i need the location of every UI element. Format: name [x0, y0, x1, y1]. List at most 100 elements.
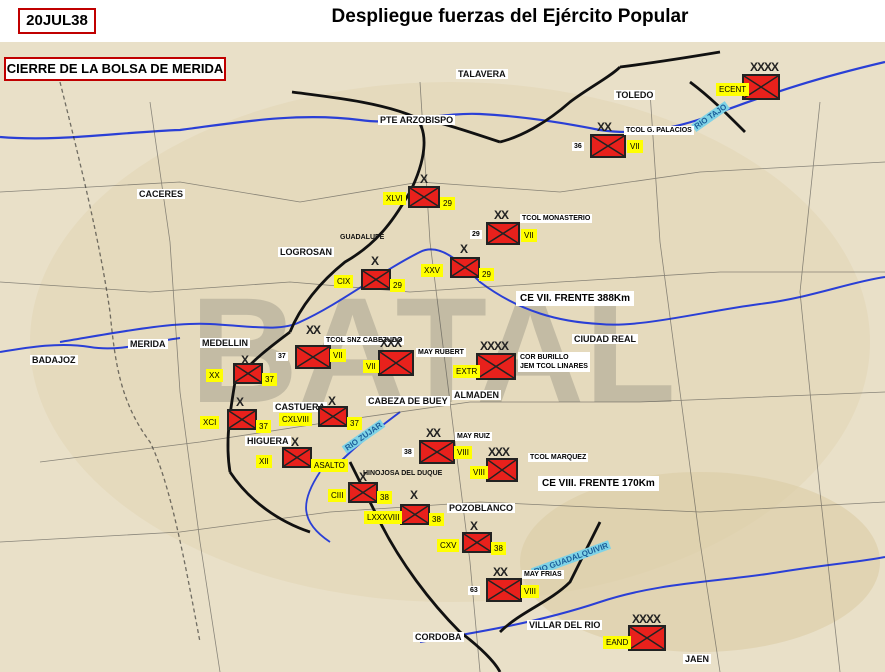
unit-label: VII: [627, 140, 643, 153]
unit-label: LXXXVIII: [364, 511, 403, 524]
unit-label: ASALTO: [311, 459, 348, 472]
unit-eand[interactable]: [628, 625, 666, 651]
echelon-mark: X: [410, 488, 418, 502]
unit-label: 38: [429, 513, 444, 526]
unit-label: 38: [491, 542, 506, 555]
echelon-mark: XXX: [488, 445, 510, 459]
echelon-mark: XXXX: [632, 612, 661, 626]
unit-note: COR BURILLO JEM TCOL LINARES: [518, 352, 590, 372]
unit-label: CXLVIII: [279, 413, 312, 426]
unit-label: XII: [256, 455, 272, 468]
page-title: Despliegue fuerzas del Ejército Popular: [331, 6, 689, 27]
unit-label: 38: [377, 491, 392, 504]
unit-label: 36: [572, 142, 584, 151]
map-background: BATAL: [0, 42, 885, 672]
place-higuera: HIGUERA: [245, 436, 291, 446]
unit-label: CXV: [437, 539, 460, 552]
unit-label: VII: [521, 229, 537, 242]
unit-xlvi[interactable]: [408, 186, 440, 208]
unit-label: 38: [402, 448, 414, 457]
unit-label: 29: [479, 268, 494, 281]
place-almaden: ALMADEN: [452, 390, 501, 400]
place-ciudad-real: CIUDAD REAL: [572, 334, 638, 344]
front-label-ce-viii: CE VIII. FRENTE 170Km: [538, 476, 659, 491]
echelon-mark: XXX: [380, 336, 402, 350]
unit-lxxxviii[interactable]: [400, 504, 430, 525]
place-cabeza-de-buey: CABEZA DE BUEY: [366, 396, 450, 406]
unit-note: TCOL MONASTERIO: [520, 214, 593, 223]
unit-label: 29: [440, 197, 455, 210]
unit-ciii[interactable]: [348, 482, 378, 503]
unit-label: 29: [390, 279, 405, 292]
place-pozoblanco: POZOBLANCO: [447, 503, 515, 513]
unit-label: VII: [330, 349, 346, 362]
place-villar-del-rio: VILLAR DEL RIO: [527, 620, 603, 630]
unit-label: ECENT: [716, 83, 750, 96]
unit-label: XXV: [421, 264, 444, 277]
unit-cix[interactable]: [361, 269, 391, 290]
echelon-mark: XXXX: [480, 339, 509, 353]
unit-xci[interactable]: [227, 409, 257, 430]
unit-label: 37: [262, 373, 277, 386]
unit-vii-cabezudo[interactable]: [295, 345, 331, 369]
unit-label: 63: [468, 586, 480, 595]
header-bar: 20JUL38 Despliegue fuerzas del Ejército …: [0, 0, 885, 42]
unit-label: CIII: [328, 489, 347, 502]
unit-extr[interactable]: [476, 353, 516, 380]
unit-label: 29: [470, 230, 482, 239]
place-pte-arzobispo: PTE ARZOBISPO: [378, 115, 456, 125]
place-cordoba: CORDOBA: [413, 632, 464, 642]
unit-label: VIII: [454, 446, 473, 459]
unit-xx[interactable]: [233, 363, 263, 384]
echelon-mark: XX: [597, 120, 612, 134]
echelon-mark: X: [470, 519, 478, 533]
unit-cxlviii[interactable]: [318, 406, 348, 427]
unit-label: EXTR: [453, 365, 481, 378]
unit-label: 37: [256, 420, 271, 433]
place-logrosan: LOGROSAN: [278, 247, 335, 257]
unit-viii-frias[interactable]: [486, 578, 522, 602]
place-merida: MERIDA: [128, 339, 168, 349]
place-toledo: TOLEDO: [614, 90, 656, 100]
unit-vii-rubert[interactable]: [378, 350, 414, 376]
unit-label: CIX: [334, 275, 354, 288]
unit-label: VIII: [470, 466, 489, 479]
place-jaen: JAEN: [683, 654, 712, 664]
front-label-ce-vii: CE VII. FRENTE 388Km: [516, 291, 635, 306]
unit-label: XLVI: [383, 192, 406, 205]
unit-note: MAY FRIAS: [522, 570, 564, 579]
echelon-mark: XXXX: [750, 60, 779, 74]
unit-label: VIII: [521, 585, 540, 598]
unit-label: 37: [347, 417, 362, 430]
unit-note: MAY RUBERT: [416, 348, 466, 357]
operation-panel-label: CIERRE DE LA BOLSA DE MERIDA: [4, 57, 226, 81]
place-hinojosa: HINOJOSA DEL DUQUE: [363, 470, 443, 477]
unit-label: 37: [276, 352, 288, 361]
unit-note: MAY RUIZ: [455, 432, 493, 441]
echelon-mark: X: [460, 242, 468, 256]
echelon-mark: XX: [306, 323, 321, 337]
echelon-mark: X: [420, 172, 428, 186]
place-badajoz: BADAJOZ: [30, 355, 78, 365]
place-caceres: CACERES: [137, 189, 186, 199]
unit-viii-ruiz[interactable]: [419, 440, 455, 464]
unit-cxv[interactable]: [462, 532, 492, 553]
date-label: 20JUL38: [18, 8, 96, 34]
unit-vii-palacios[interactable]: [590, 134, 626, 158]
echelon-mark: XX: [494, 208, 509, 222]
unit-label: VII: [363, 360, 379, 373]
unit-xii[interactable]: [282, 447, 312, 468]
unit-viii-marquez[interactable]: [486, 458, 518, 482]
map-canvas[interactable]: BATAL PTE ARZOBISPO TOLEDO TALAVERA CACE…: [0, 42, 885, 672]
unit-xxv[interactable]: [450, 257, 480, 278]
place-medellin: MEDELLIN: [200, 338, 250, 348]
place-guadalupe: GUADALUPE: [340, 234, 385, 241]
unit-vii-monasterio[interactable]: [486, 222, 520, 245]
unit-label: EAND: [603, 636, 632, 649]
unit-note: TCOL MARQUEZ: [528, 453, 589, 462]
unit-label: XX: [206, 369, 223, 382]
unit-label: XCI: [200, 416, 220, 429]
echelon-mark: XX: [426, 426, 441, 440]
echelon-mark: XX: [493, 565, 508, 579]
place-talavera: TALAVERA: [456, 69, 508, 79]
